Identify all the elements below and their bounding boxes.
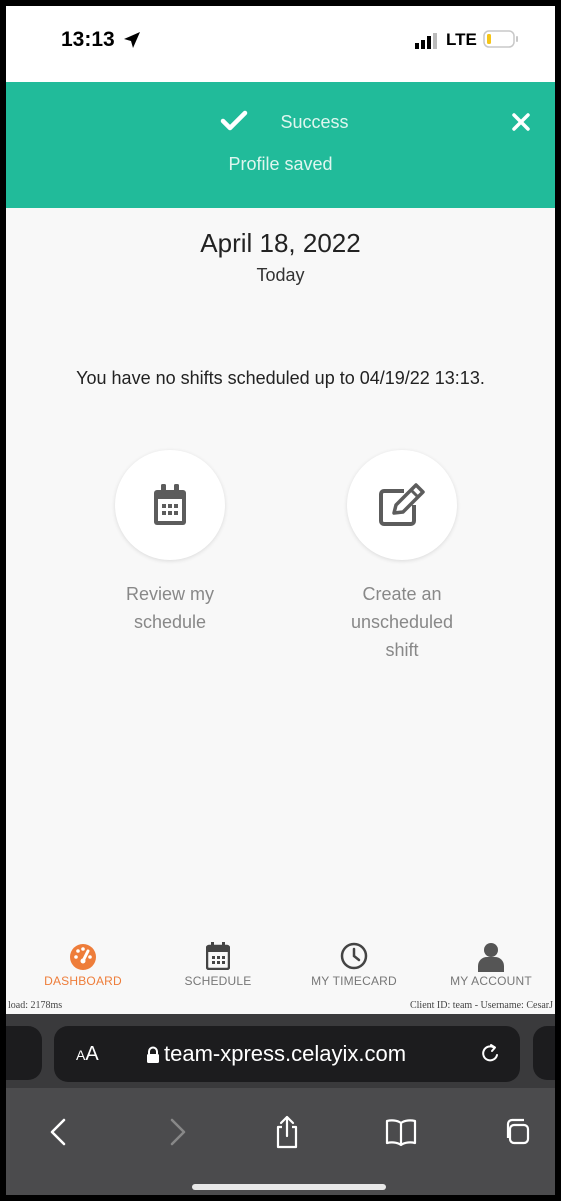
home-indicator[interactable]: [192, 1184, 386, 1190]
debug-footer: load: 2178ms Client ID: team - Username:…: [6, 1000, 555, 1014]
calendar-icon: [206, 942, 230, 970]
dashboard-gauge-icon: [70, 944, 96, 970]
load-time-text: load: 2178ms: [8, 1000, 63, 1011]
next-tab-peek[interactable]: [533, 1026, 555, 1080]
user-icon: [478, 943, 504, 972]
network-type: LTE: [446, 30, 477, 49]
review-schedule-button[interactable]: Review my schedule: [85, 450, 255, 636]
review-schedule-circle[interactable]: [115, 450, 225, 560]
nav-dashboard[interactable]: DASHBOARD: [23, 938, 143, 988]
nav-dashboard-label: DASHBOARD: [44, 974, 122, 988]
location-arrow-icon: [124, 32, 140, 48]
battery-icon: [483, 30, 518, 48]
create-unscheduled-shift-button[interactable]: Create an unscheduled shift: [317, 450, 487, 664]
previous-tab-peek[interactable]: [6, 1026, 42, 1080]
client-id-text: Client ID: team - Username: CesarJ: [409, 1000, 553, 1011]
forward-icon[interactable]: [158, 1114, 194, 1150]
banner-title: Success: [280, 112, 349, 132]
url-text: team-xpress.celayix.com: [164, 1041, 407, 1066]
safari-address-area: AA team-xpress.celayix.com: [6, 1014, 555, 1088]
nav-schedule[interactable]: SCHEDULE: [158, 938, 278, 988]
clock-icon: [340, 942, 368, 970]
nav-account-label: MY ACCOUNT: [450, 974, 532, 988]
phone-screen: 13:13 LTE Success Profile saved April 18…: [6, 6, 555, 1195]
bottom-nav: DASHBOARD SCHEDULE MY TIMECARD MY ACCOUN…: [6, 938, 555, 1000]
no-shifts-message: You have no shifts scheduled up to 04/19…: [76, 368, 485, 388]
success-banner: Success Profile saved: [6, 82, 555, 208]
day-label: Today: [256, 265, 305, 285]
status-time: 13:13: [61, 28, 115, 51]
text-size-button[interactable]: AA: [76, 1043, 99, 1066]
signal-bars-icon: [415, 33, 437, 49]
review-schedule-label: Review my schedule: [125, 584, 214, 632]
create-shift-circle[interactable]: [347, 450, 457, 560]
share-icon[interactable]: [269, 1114, 305, 1150]
edit-icon: [379, 483, 425, 526]
tabs-icon[interactable]: [500, 1114, 536, 1150]
lock-icon: [147, 1046, 159, 1063]
current-date: April 18, 2022: [200, 228, 361, 258]
nav-timecard-label: MY TIMECARD: [311, 974, 397, 988]
safari-toolbar: AA team-xpress.celayix.com: [6, 1014, 555, 1195]
nav-timecard[interactable]: MY TIMECARD: [294, 938, 414, 988]
nav-account[interactable]: MY ACCOUNT: [431, 938, 551, 988]
nav-schedule-label: SCHEDULE: [184, 974, 252, 988]
create-shift-label: Create an unscheduled shift: [350, 584, 454, 660]
status-bar: 13:13 LTE: [6, 6, 555, 82]
calendar-icon: [154, 484, 186, 525]
reload-icon[interactable]: [478, 1042, 502, 1066]
bookmarks-icon[interactable]: [383, 1114, 419, 1150]
address-bar[interactable]: AA team-xpress.celayix.com: [54, 1026, 520, 1082]
banner-message: Profile saved: [228, 154, 333, 174]
close-icon[interactable]: [511, 112, 531, 132]
back-icon[interactable]: [42, 1114, 78, 1150]
